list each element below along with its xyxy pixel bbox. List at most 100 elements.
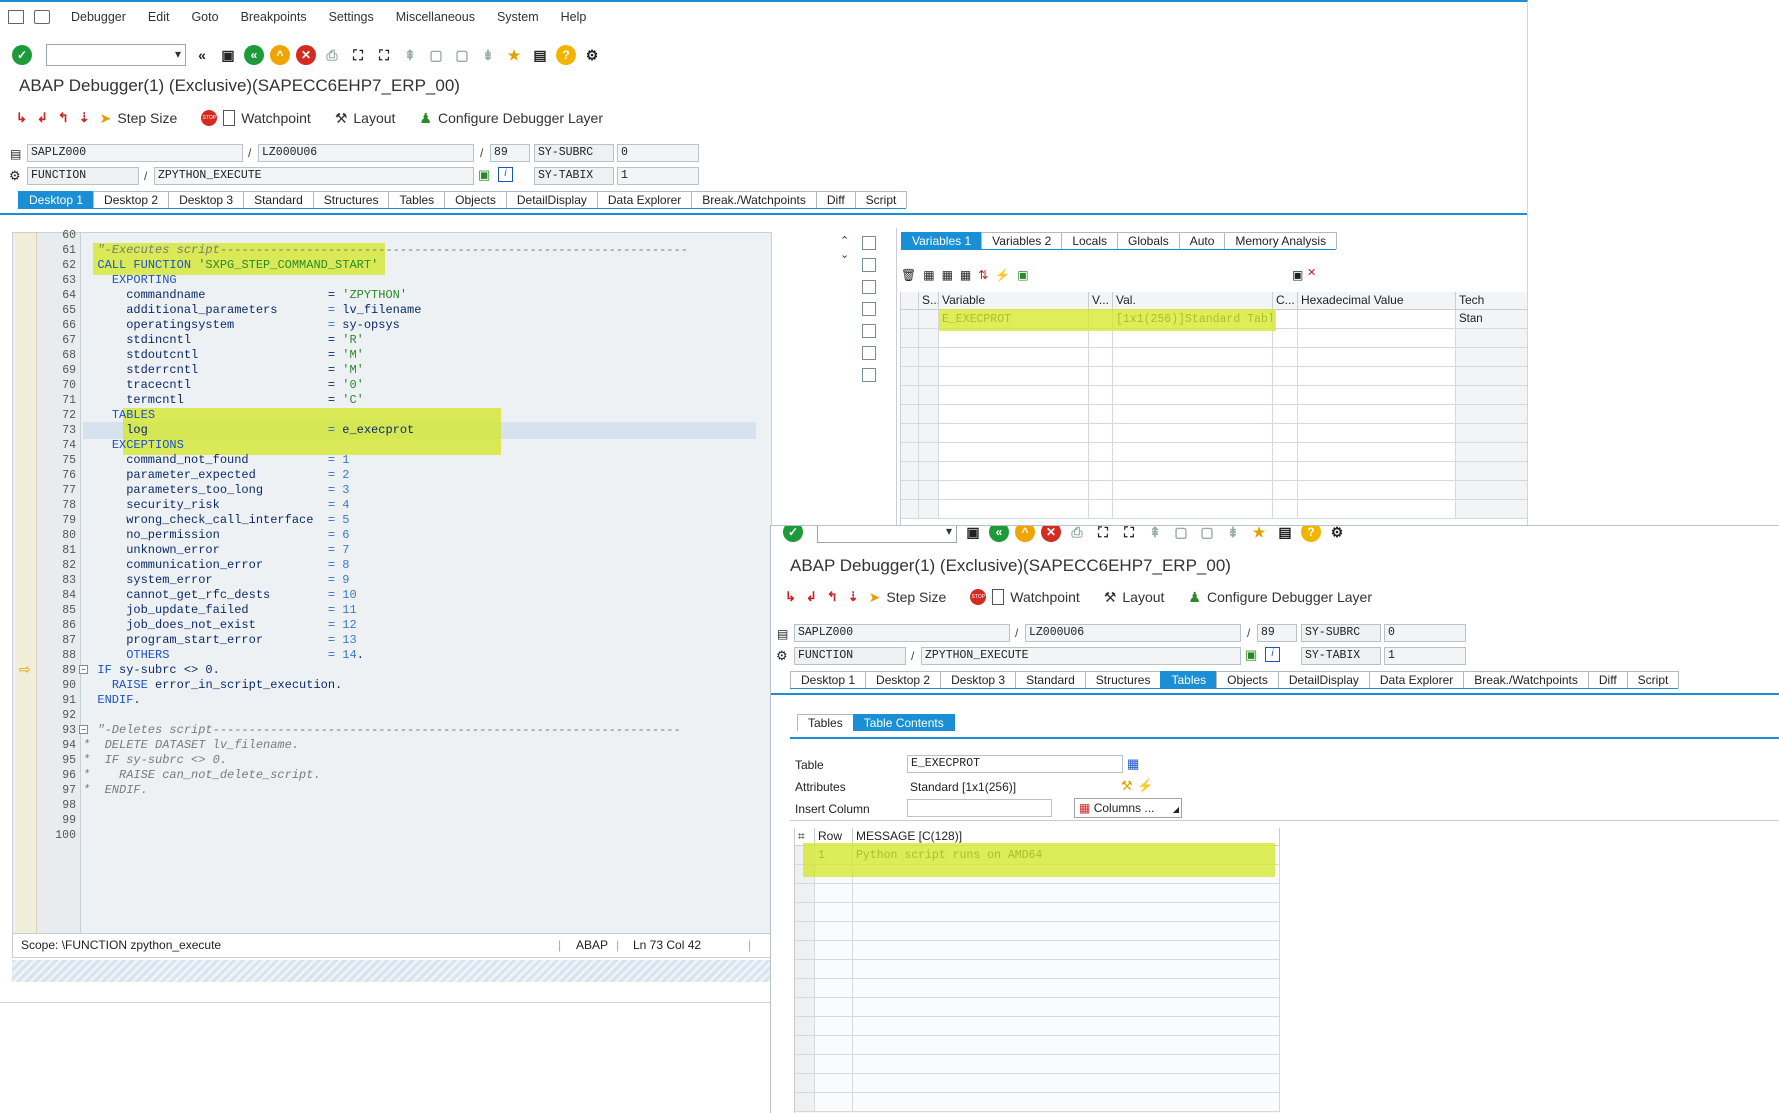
tab-break-watchpoints[interactable]: Break./Watchpoints: [1463, 671, 1589, 688]
menu-help[interactable]: Help: [550, 10, 598, 24]
tab-data-explorer[interactable]: Data Explorer: [596, 191, 693, 208]
grid-cell[interactable]: [1298, 329, 1456, 348]
grid-cell[interactable]: [901, 500, 919, 519]
previous-page-icon[interactable]: ▢: [426, 45, 446, 65]
grid-cell[interactable]: [939, 424, 1089, 443]
grid-cell[interactable]: [1456, 367, 1527, 386]
var-tab-variables-1[interactable]: Variables 1: [901, 232, 983, 249]
insert-row-icon[interactable]: ▦: [942, 268, 953, 282]
insert-column-field[interactable]: [907, 799, 1052, 817]
tab-standard[interactable]: Standard: [1015, 671, 1086, 688]
grid-cell[interactable]: [1089, 405, 1113, 424]
calculator-icon[interactable]: ▦: [1127, 756, 1139, 772]
editor-scroll-arrows[interactable]: ⌃ ⌄: [840, 234, 849, 262]
grid-cell[interactable]: [815, 1036, 853, 1055]
grid-cell[interactable]: [901, 405, 919, 424]
var-tab-auto[interactable]: Auto: [1178, 232, 1226, 249]
enter-check-icon[interactable]: ✓: [783, 526, 803, 542]
grid-cell[interactable]: [1456, 481, 1527, 500]
back-green-icon[interactable]: «: [244, 45, 264, 65]
info-icon[interactable]: i: [498, 167, 513, 182]
menu-miscellaneous[interactable]: Miscellaneous: [385, 10, 486, 24]
tab-detaildisplay[interactable]: DetailDisplay: [1277, 671, 1370, 688]
grid-cell[interactable]: [815, 1055, 853, 1074]
sort-icon[interactable]: ⇅: [978, 268, 988, 282]
grid-cell[interactable]: [901, 329, 919, 348]
step-size-button[interactable]: ➤ Step Size: [869, 589, 947, 606]
grid-header[interactable]: Tech: [1456, 292, 1527, 310]
single-step-icon[interactable]: ↳: [785, 589, 796, 605]
info-icon[interactable]: i: [1265, 647, 1280, 662]
enter-check-icon[interactable]: ✓: [12, 45, 32, 65]
source-icon[interactable]: ▣: [1245, 647, 1257, 663]
grid-cell[interactable]: [919, 443, 939, 462]
grid-cell[interactable]: [1273, 348, 1298, 367]
execute-icon[interactable]: ↲: [806, 589, 817, 605]
grid-cell[interactable]: [795, 960, 815, 979]
customize-icon[interactable]: [34, 10, 50, 24]
splitter-bar[interactable]: [12, 960, 772, 982]
grid-cell[interactable]: [1456, 329, 1527, 348]
grid-cell[interactable]: [853, 998, 1280, 1017]
configure-layer-button[interactable]: ♟ Configure Debugger Layer: [1188, 589, 1372, 606]
grid-cell[interactable]: [1456, 500, 1527, 519]
grid-cell[interactable]: [1298, 500, 1456, 519]
grid-cell[interactable]: [901, 386, 919, 405]
grid-cell[interactable]: [853, 922, 1280, 941]
grid-cell[interactable]: [1273, 462, 1298, 481]
tab-structures[interactable]: Structures: [1084, 671, 1162, 688]
grid-cell[interactable]: [815, 998, 853, 1017]
grid-cell[interactable]: [853, 979, 1280, 998]
tab-tables[interactable]: Tables: [1160, 671, 1218, 688]
table-name-field[interactable]: E_EXECPROT: [907, 755, 1123, 773]
var-tab-variables-2[interactable]: Variables 2: [981, 232, 1063, 249]
save-icon[interactable]: ▣: [218, 45, 238, 65]
tab-diff[interactable]: Diff: [815, 191, 856, 208]
grid-cell[interactable]: [1273, 386, 1298, 405]
grid-cell[interactable]: [795, 903, 815, 922]
tab-detaildisplay[interactable]: DetailDisplay: [505, 191, 598, 208]
grid-cell[interactable]: [815, 922, 853, 941]
grid-cell[interactable]: [939, 443, 1089, 462]
side-tool-4-icon[interactable]: [862, 302, 876, 316]
layout-button[interactable]: ⚒ Layout: [1104, 589, 1165, 606]
side-tool-5-icon[interactable]: [862, 324, 876, 338]
grid-cell[interactable]: [815, 1017, 853, 1036]
grid-cell[interactable]: [1113, 500, 1273, 519]
grid-cell[interactable]: [919, 329, 939, 348]
tab-desktop-1[interactable]: Desktop 1: [18, 191, 95, 208]
cancel-icon[interactable]: ✕: [1041, 526, 1061, 542]
grid-cell[interactable]: [1298, 367, 1456, 386]
delete-row-icon[interactable]: ▦: [960, 268, 971, 282]
grid-cell[interactable]: [815, 960, 853, 979]
grid-cell[interactable]: [853, 960, 1280, 979]
fold-toggle-icon[interactable]: −: [79, 665, 88, 674]
subtab-table-contents[interactable]: Table Contents: [852, 714, 955, 731]
single-step-icon[interactable]: ↳: [16, 110, 27, 126]
grid-cell[interactable]: [815, 941, 853, 960]
grid-cell[interactable]: [1298, 424, 1456, 443]
grid-cell[interactable]: [795, 1074, 815, 1093]
delete-icon[interactable]: 🗑: [901, 268, 916, 282]
breakpoint-gutter[interactable]: ⇨: [15, 233, 37, 933]
subtab-tables[interactable]: Tables: [797, 714, 854, 731]
grid-cell[interactable]: [1273, 443, 1298, 462]
settings-gear-icon[interactable]: ⚙: [582, 45, 602, 65]
grid-cell[interactable]: [901, 348, 919, 367]
grid-cell[interactable]: [1298, 462, 1456, 481]
grid-cell[interactable]: [1273, 481, 1298, 500]
tab-diff[interactable]: Diff: [1587, 671, 1628, 688]
side-tool-6-icon[interactable]: [862, 346, 876, 360]
grid-cell[interactable]: [919, 405, 939, 424]
tab-desktop-2[interactable]: Desktop 2: [93, 191, 170, 208]
help-icon[interactable]: ?: [1301, 526, 1321, 542]
grid-cell[interactable]: [1089, 481, 1113, 500]
grid-cell[interactable]: Stan: [1456, 310, 1527, 329]
menu-system[interactable]: System: [486, 10, 550, 24]
grid-cell[interactable]: [1298, 310, 1456, 329]
grid-cell[interactable]: [1089, 386, 1113, 405]
layout-button[interactable]: ⚒ Layout: [335, 110, 396, 127]
tab-structures[interactable]: Structures: [312, 191, 390, 208]
grid-cell[interactable]: [815, 979, 853, 998]
grid-cell[interactable]: [1298, 443, 1456, 462]
